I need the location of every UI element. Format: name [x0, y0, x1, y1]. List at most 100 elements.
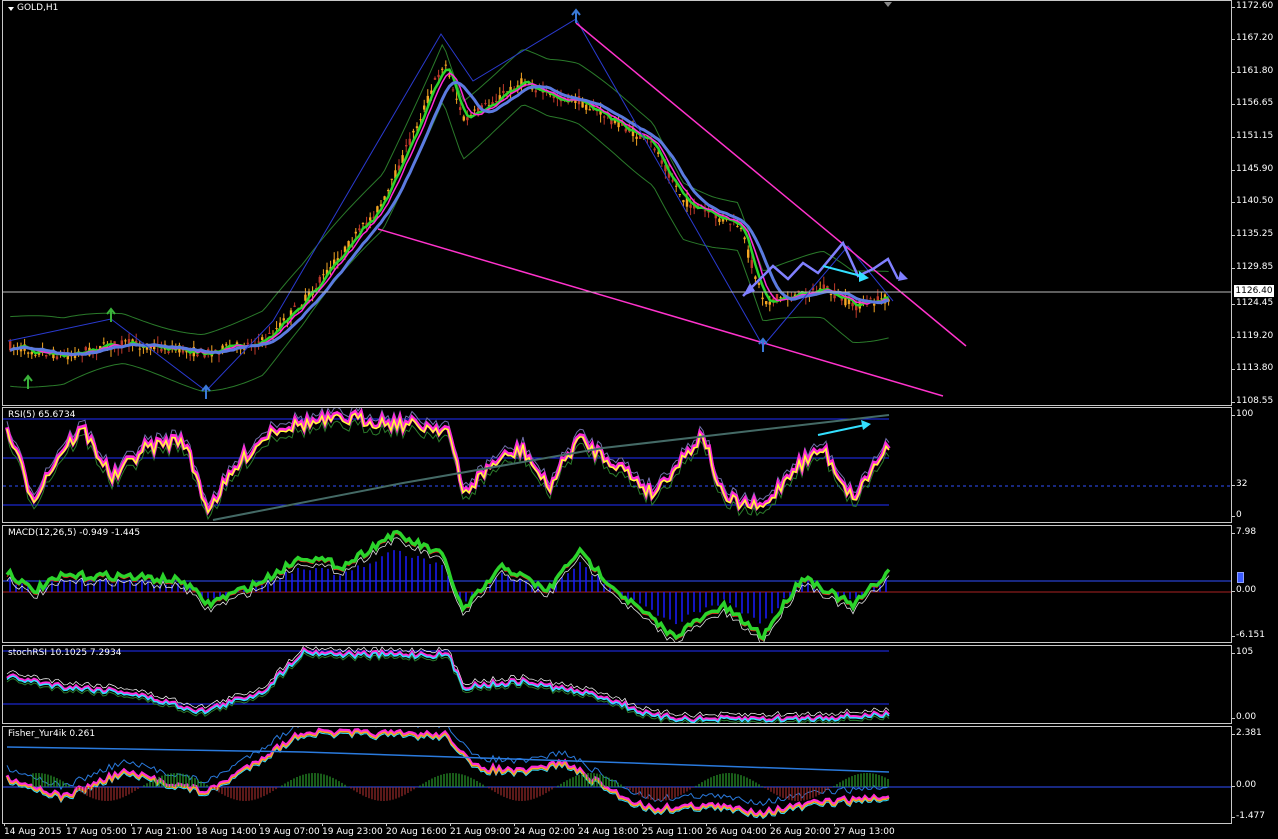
rsi-tick: 100	[1230, 409, 1254, 419]
candle-body	[45, 355, 48, 357]
candle-body	[293, 305, 296, 307]
projection-arrow-icon	[898, 271, 908, 281]
rsi-canvas	[3, 408, 1231, 521]
candle-body	[275, 328, 278, 330]
fisher-slow-line	[6, 746, 890, 773]
candle-body	[718, 218, 721, 222]
price-tick: 1113.80	[1230, 363, 1274, 373]
candle-body	[55, 356, 59, 359]
price-tick: 1167.20	[1230, 33, 1274, 43]
candle-body	[441, 68, 444, 70]
candle-body	[84, 347, 87, 351]
main-chart-pane[interactable]: GOLD,H1	[2, 0, 1232, 406]
candle-body	[675, 185, 678, 187]
candle-body	[437, 74, 440, 78]
candle-body	[361, 222, 365, 224]
stochrsi-line	[6, 646, 890, 723]
fisher-pane[interactable]: Fisher_Yur4ik 0.261	[2, 726, 1232, 824]
stochrsi-tick: 105	[1230, 647, 1254, 657]
fisher-tick: 0.00	[1230, 780, 1257, 790]
candle-body	[703, 210, 707, 212]
candle-body	[261, 337, 264, 340]
fast-ma-line	[9, 68, 889, 358]
time-axis[interactable]: 14 Aug 2015 17 Aug 05:00 17 Aug 21:00 18…	[0, 823, 1232, 839]
stochrsi-band-line	[6, 652, 890, 723]
channel-lower-line	[377, 228, 944, 397]
candle-body	[585, 104, 588, 110]
candle-body	[358, 228, 361, 231]
rsi-tick: 32	[1230, 479, 1248, 489]
fisher-tick: 2.381	[1231, 728, 1262, 738]
time-tick: 17 Aug 05:00	[66, 823, 127, 837]
candle-body	[189, 354, 192, 356]
candle-body	[466, 117, 469, 121]
macd-label: MACD(12,26,5) -0.949 -1.445	[8, 528, 141, 538]
candle-body	[419, 119, 422, 121]
macd-pane[interactable]: MACD(12,26,5) -0.949 -1.445	[2, 525, 1232, 643]
time-tick: 14 Aug 2015	[4, 823, 62, 837]
candle-body	[826, 285, 829, 288]
time-tick: 19 Aug 23:00	[322, 823, 383, 837]
macd-tick: 0.00	[1230, 585, 1257, 595]
stochrsi-signal-line	[6, 646, 890, 718]
candle-body	[617, 122, 620, 128]
candle-body	[455, 98, 458, 100]
bollinger-lower-line	[10, 101, 889, 392]
candle-body	[678, 194, 681, 196]
time-tick: 17 Aug 21:00	[131, 823, 192, 837]
candle-body	[451, 89, 455, 91]
price-tick: 1124.45	[1230, 298, 1274, 308]
candle-body	[354, 231, 357, 234]
candle-body	[160, 348, 163, 352]
price-chart-canvas[interactable]	[3, 1, 1232, 406]
channel-upper-line	[575, 22, 967, 347]
chart-window[interactable]: GOLD,H1 RSI(5) 65.6734 MACD(12,26,5) -0.…	[0, 0, 1278, 839]
candle-body	[743, 237, 746, 240]
shift-arrow-icon[interactable]	[884, 2, 892, 7]
rsi-pane[interactable]: RSI(5) 65.6734	[2, 407, 1232, 523]
time-tick: 24 Aug 18:00	[578, 823, 639, 837]
candle-body	[27, 352, 30, 354]
zigzag-line	[7, 18, 894, 392]
stochrsi-pane[interactable]: stochRSI 10.1025 7.2934	[2, 645, 1232, 724]
slow-ma-line	[9, 80, 890, 356]
candle-body	[387, 190, 390, 192]
price-tick: 1108.55	[1230, 396, 1274, 406]
rsi-label: RSI(5) 65.6734	[8, 410, 76, 420]
candle-body	[761, 297, 764, 300]
time-tick: 18 Aug 14:00	[196, 823, 257, 837]
fisher-label: Fisher_Yur4ik 0.261	[8, 729, 96, 739]
candle-body	[750, 260, 753, 268]
candle-body	[138, 348, 141, 350]
candle-body	[405, 144, 408, 147]
candle-body	[34, 354, 37, 356]
rsi-cyan-arrow	[817, 424, 866, 436]
time-tick: 19 Aug 07:00	[259, 823, 320, 837]
cyan-arrowhead-icon	[861, 420, 871, 430]
stochrsi-label: stochRSI 10.1025 7.2934	[8, 648, 122, 658]
current-price-label: 1126.40	[1234, 285, 1274, 297]
candle-body	[423, 105, 426, 110]
mid-ma-line	[9, 72, 889, 357]
fisher-line-overlay	[6, 729, 890, 818]
candle-body	[257, 341, 260, 343]
candle-body	[318, 276, 321, 283]
time-tick: 27 Aug 13:00	[834, 823, 895, 837]
candle-body	[412, 130, 415, 133]
fisher-line	[5, 727, 890, 818]
candle-body	[502, 90, 505, 93]
candle-body	[671, 180, 674, 182]
price-tick: 1172.60	[1230, 1, 1274, 11]
candle-body	[603, 116, 606, 118]
candle-body	[635, 136, 638, 139]
candle-body	[653, 148, 656, 151]
candle-body	[473, 109, 476, 111]
menu-triangle-icon[interactable]	[8, 7, 14, 11]
candle-body	[322, 274, 325, 276]
candle-body	[689, 204, 692, 208]
candle-body	[448, 75, 451, 77]
stochrsi-canvas	[3, 646, 890, 723]
time-tick: 20 Aug 16:00	[386, 823, 447, 837]
time-tick: 25 Aug 11:00	[642, 823, 703, 837]
candle-body	[873, 303, 876, 306]
